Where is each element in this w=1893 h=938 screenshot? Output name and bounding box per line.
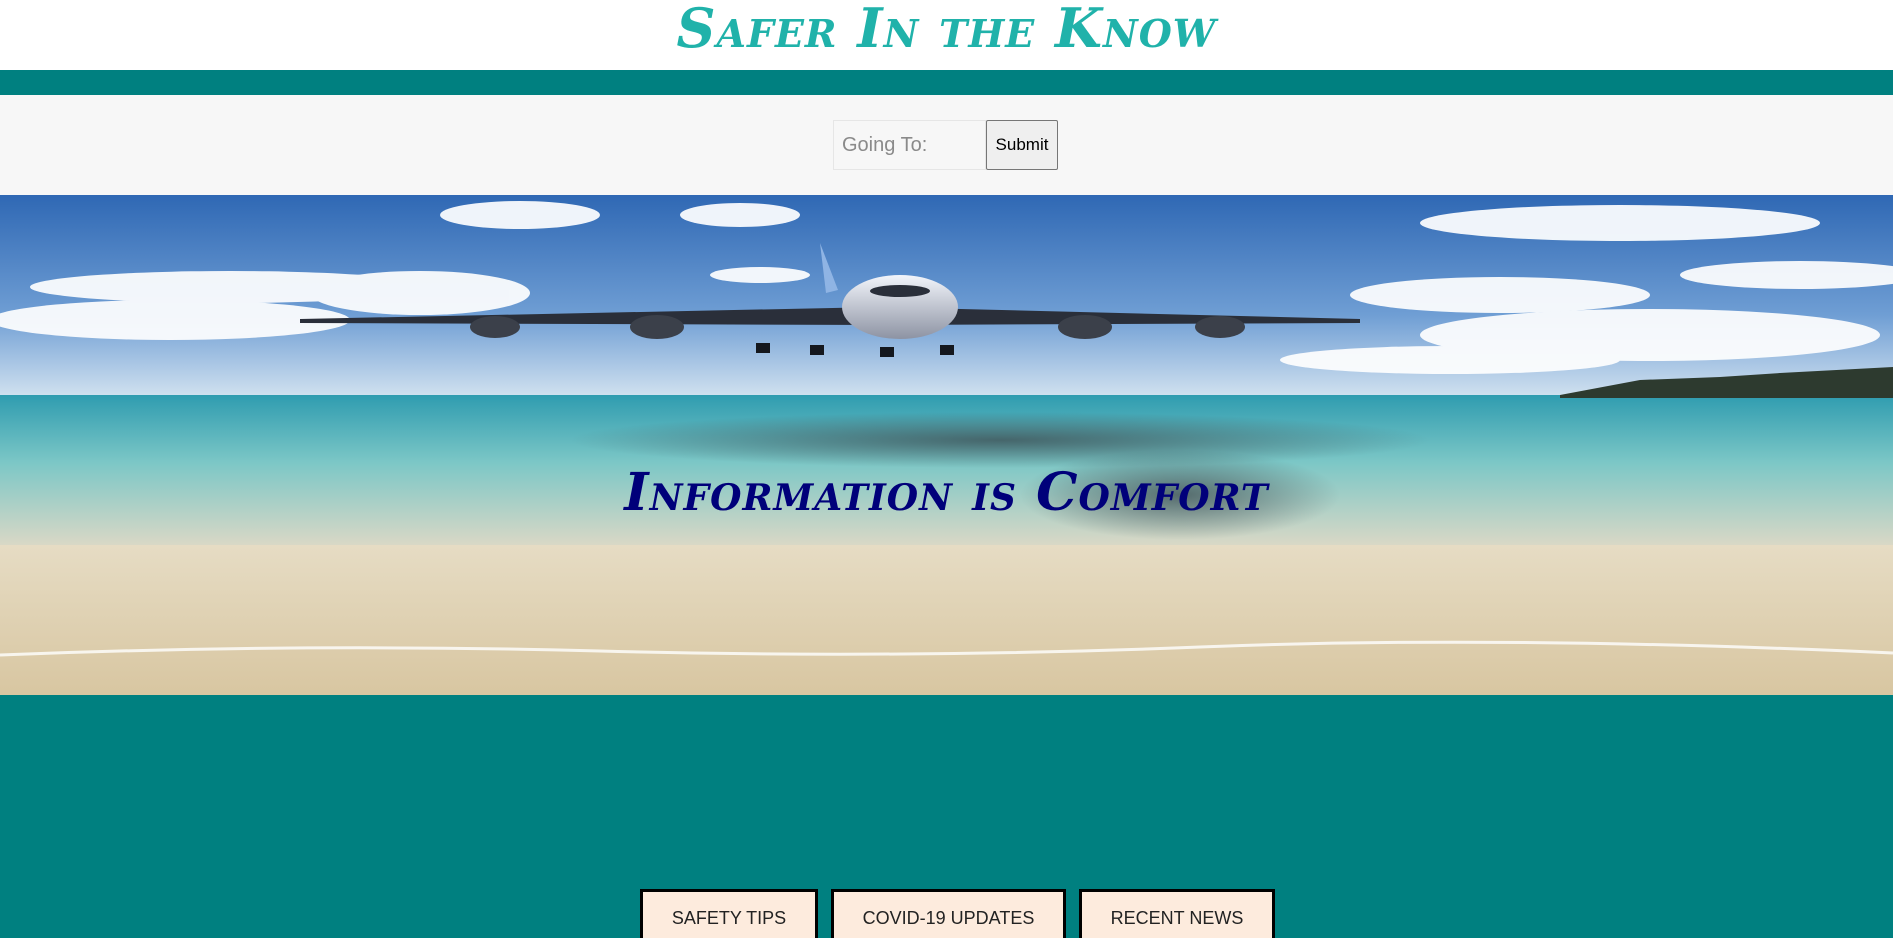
- header-divider-band: [0, 70, 1893, 95]
- site-header: Safer In the Know: [0, 0, 1893, 70]
- destination-input[interactable]: [833, 120, 986, 170]
- hero-airplane-beach-image: [0, 195, 1893, 695]
- hero-banner: Information is Comfort: [0, 195, 1893, 695]
- submit-button[interactable]: Submit: [986, 120, 1058, 170]
- safety-tips-button[interactable]: SAFETY TIPS: [640, 889, 818, 938]
- recent-news-button[interactable]: RECENT NEWS: [1079, 889, 1275, 938]
- site-title: Safer In the Know: [676, 0, 1217, 60]
- destination-search-form: Submit: [0, 95, 1893, 195]
- covid-19-updates-button[interactable]: COVID-19 UPDATES: [831, 889, 1066, 938]
- main-content: SAFETY TIPS COVID-19 UPDATES RECENT NEWS: [0, 695, 1893, 938]
- hero-tagline: Information is Comfort: [624, 462, 1269, 523]
